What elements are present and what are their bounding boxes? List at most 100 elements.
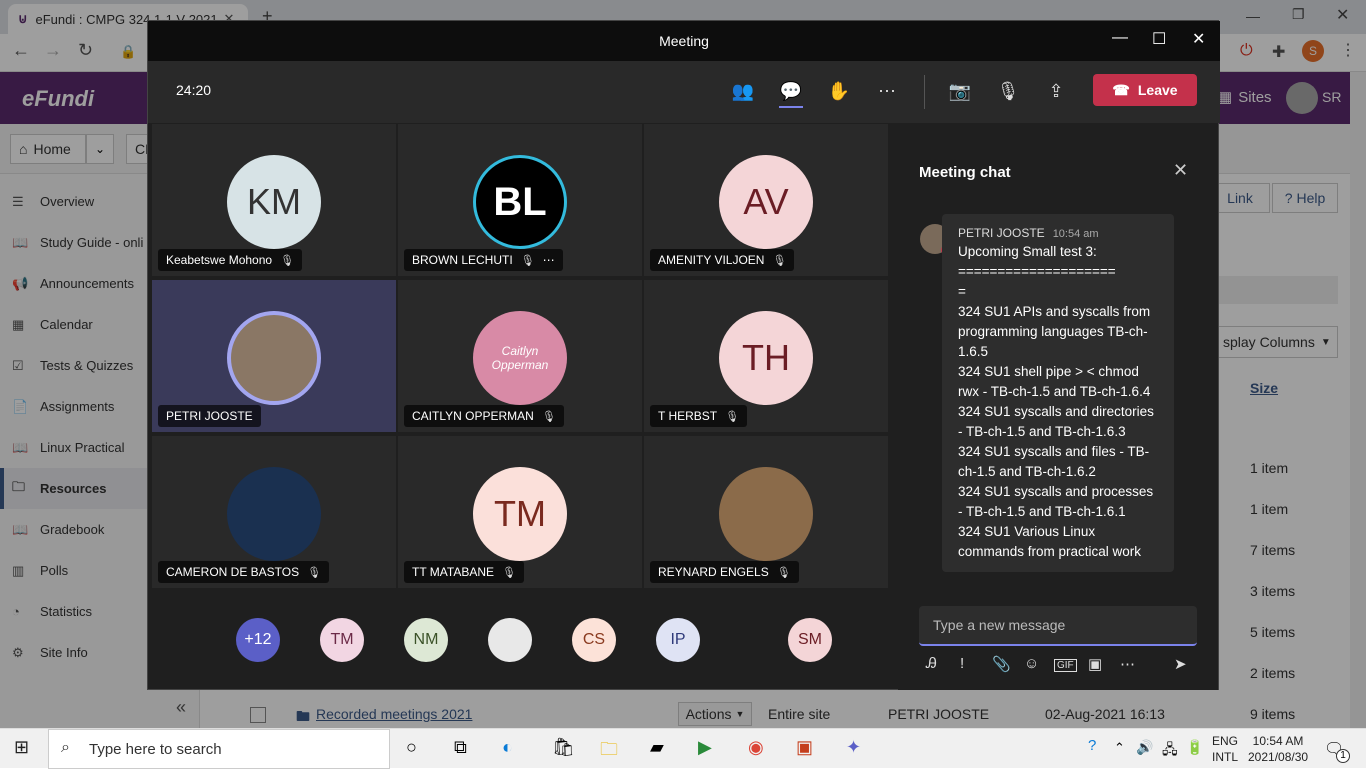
participant-avatar: Caitlyn Opperman bbox=[473, 311, 567, 405]
clock[interactable]: 10:54 AM 2021/08/30 bbox=[1248, 733, 1308, 765]
participants-icon[interactable]: 👥 bbox=[731, 81, 755, 102]
message-line: ch-1.5 and TB-ch-1.6.2 bbox=[958, 464, 1096, 479]
minimize-icon[interactable]: — bbox=[1112, 29, 1128, 47]
message-line: ==================== bbox=[958, 264, 1116, 279]
chat-icon[interactable]: 💬 bbox=[779, 81, 803, 108]
edge-icon[interactable]: ◐ bbox=[502, 737, 513, 758]
more-icon[interactable]: ⋯ bbox=[543, 253, 555, 267]
participant-tile[interactable]: KM Keabetswe Mohono 🎙 bbox=[152, 124, 396, 276]
teams-icon[interactable]: ✦ bbox=[846, 737, 861, 758]
message-line: = bbox=[958, 284, 966, 299]
message-line: Upcoming Small test 3: bbox=[958, 244, 1097, 259]
participant-avatar bbox=[227, 311, 321, 405]
attach-icon[interactable]: 📎 bbox=[992, 655, 1011, 673]
participant-name-tag: AMENITY VILJOEN 🎙 bbox=[650, 249, 795, 271]
file-explorer-icon[interactable]: 🗀 bbox=[600, 737, 618, 767]
windows-taskbar: ⊞ ⌕ Type here to search ○ ⧉ ◐ 🛍 🗀 ▰ ▶ ◉ … bbox=[0, 728, 1366, 769]
participant-name: Keabetswe Mohono bbox=[166, 253, 273, 267]
meeting-timer: 24:20 bbox=[176, 82, 212, 98]
participant-name: T HERBST bbox=[658, 409, 718, 423]
participant-name: PETRI JOOSTE bbox=[166, 409, 253, 423]
message-sender: PETRI JOOSTE bbox=[958, 226, 1045, 240]
windows-start-icon[interactable]: ⊞ bbox=[14, 737, 29, 758]
message-line: 324 SU1 syscalls and files - TB- bbox=[958, 444, 1150, 459]
more-participants-button[interactable]: +12 bbox=[236, 618, 280, 662]
message-line: - TB-ch-1.5 and TB-ch-1.6.1 bbox=[958, 504, 1126, 519]
store-icon[interactable]: 🛍 bbox=[552, 737, 575, 758]
participant-tile[interactable]: TH T HERBST 🎙 bbox=[644, 280, 888, 432]
volume-icon[interactable]: 🔊 bbox=[1136, 739, 1153, 756]
message-line: programming languages TB-ch- bbox=[958, 324, 1148, 339]
participant-name-tag: TT MATABANE 🎙 bbox=[404, 561, 524, 583]
leave-button[interactable]: ☎ Leave bbox=[1093, 74, 1197, 106]
notification-count: 1 bbox=[1336, 749, 1350, 763]
message-line: 324 SU1 Various Linux bbox=[958, 524, 1096, 539]
participant-avatar bbox=[227, 467, 321, 561]
more-options-icon[interactable]: ⋯ bbox=[875, 81, 899, 102]
message-line: - TB-ch-1.5 and TB-ch-1.6.3 bbox=[958, 424, 1126, 439]
message-line: 324 SU1 shell pipe > < chmod bbox=[958, 364, 1139, 379]
participant-thumbnail[interactable]: CS bbox=[572, 618, 616, 662]
message-line: 1.6.5 bbox=[958, 344, 989, 359]
participant-name: TT MATABANE bbox=[412, 565, 495, 579]
participant-name-tag: CAITLYN OPPERMAN 🎙 bbox=[404, 405, 564, 427]
participant-thumbnail[interactable]: IP bbox=[656, 618, 700, 662]
participant-name-tag: CAMERON DE BASTOS 🎙 bbox=[158, 561, 330, 583]
muted-mic-icon: 🎙 bbox=[502, 566, 516, 579]
participant-avatar: KM bbox=[227, 155, 321, 249]
raise-hand-icon[interactable]: ✋ bbox=[827, 81, 851, 102]
participant-tile[interactable]: TM TT MATABANE 🎙 bbox=[398, 436, 642, 588]
participant-thumbnail[interactable] bbox=[488, 618, 532, 662]
phone-hangup-icon: ☎ bbox=[1112, 81, 1130, 98]
participant-thumbnail[interactable]: NM bbox=[404, 618, 448, 662]
participant-tile[interactable]: REYNARD ENGELS 🎙 bbox=[644, 436, 888, 588]
participant-name: BROWN LECHUTI bbox=[412, 253, 513, 267]
task-view-icon[interactable]: ⧉ bbox=[454, 737, 467, 758]
muted-mic-icon: 🎙 bbox=[307, 566, 322, 579]
send-icon[interactable]: ➤ bbox=[1174, 655, 1187, 673]
message-line: 324 SU1 APIs and syscalls from bbox=[958, 304, 1151, 319]
powerpoint-icon[interactable]: ▣ bbox=[796, 737, 813, 758]
mic-off-icon[interactable]: 🎙 bbox=[996, 81, 1020, 102]
emoji-icon[interactable]: ☺ bbox=[1024, 655, 1039, 672]
share-screen-icon[interactable]: ⇪ bbox=[1044, 81, 1068, 102]
cortana-icon[interactable]: ○ bbox=[406, 737, 417, 758]
intellij-icon[interactable]: ▰ bbox=[650, 737, 664, 758]
maximize-icon[interactable]: ☐ bbox=[1152, 29, 1166, 49]
chat-message: PETRI JOOSTE 10:54 am Upcoming Small test… bbox=[942, 214, 1174, 572]
chat-input-placeholder: Type a new message bbox=[933, 617, 1066, 633]
close-chat-icon[interactable]: ✕ bbox=[1173, 160, 1188, 181]
language-indicator[interactable]: ENG INTL bbox=[1212, 733, 1238, 765]
participant-thumbnail[interactable]: SM bbox=[788, 618, 832, 662]
chat-input[interactable]: Type a new message bbox=[919, 606, 1197, 646]
format-icon[interactable]: Ꭿ bbox=[926, 655, 937, 672]
more-compose-icon[interactable]: ⋯ bbox=[1120, 655, 1135, 673]
gif-icon[interactable]: GIF bbox=[1054, 659, 1077, 672]
tray-chevron-icon[interactable]: ⌃ bbox=[1114, 740, 1125, 756]
participant-name: CAMERON DE BASTOS bbox=[166, 565, 300, 579]
sticker-icon[interactable]: ▣ bbox=[1088, 655, 1102, 673]
participant-tile[interactable]: AV AMENITY VILJOEN 🎙 bbox=[644, 124, 888, 276]
participant-avatar: BL bbox=[473, 155, 567, 249]
message-time: 10:54 am bbox=[1052, 228, 1099, 240]
participant-avatar bbox=[719, 467, 813, 561]
participant-thumbnail[interactable]: TM bbox=[320, 618, 364, 662]
participant-avatar: TM bbox=[473, 467, 567, 561]
taskbar-search[interactable]: ⌕ Type here to search bbox=[48, 729, 390, 769]
media-icon[interactable]: ▶ bbox=[698, 737, 712, 758]
chat-title: Meeting chat bbox=[919, 164, 1011, 181]
meeting-toolbar: 24:20 👥 💬 ✋ ⋯ 📷 🎙 ⇪ ☎ Leave bbox=[148, 61, 1220, 123]
camera-off-icon[interactable]: 📷 bbox=[948, 81, 972, 102]
battery-icon[interactable]: 🔋 bbox=[1186, 739, 1203, 756]
important-icon[interactable]: ! bbox=[960, 655, 964, 672]
participant-tile[interactable]: Caitlyn Opperman CAITLYN OPPERMAN 🎙 bbox=[398, 280, 642, 432]
participant-tile[interactable]: BL BROWN LECHUTI 🎙 ⋯ bbox=[398, 124, 642, 276]
participant-name-tag: REYNARD ENGELS 🎙 bbox=[650, 561, 799, 583]
close-window-icon[interactable]: ✕ bbox=[1192, 29, 1205, 49]
help-tray-icon[interactable]: ? bbox=[1088, 737, 1096, 754]
chrome-icon[interactable]: ◉ bbox=[748, 737, 764, 758]
participant-tile[interactable]: CAMERON DE BASTOS 🎙 bbox=[152, 436, 396, 588]
network-icon[interactable]: 🖧 bbox=[1162, 739, 1178, 763]
participant-tile[interactable]: PETRI JOOSTE bbox=[152, 280, 396, 432]
participant-name: AMENITY VILJOEN bbox=[658, 253, 765, 267]
